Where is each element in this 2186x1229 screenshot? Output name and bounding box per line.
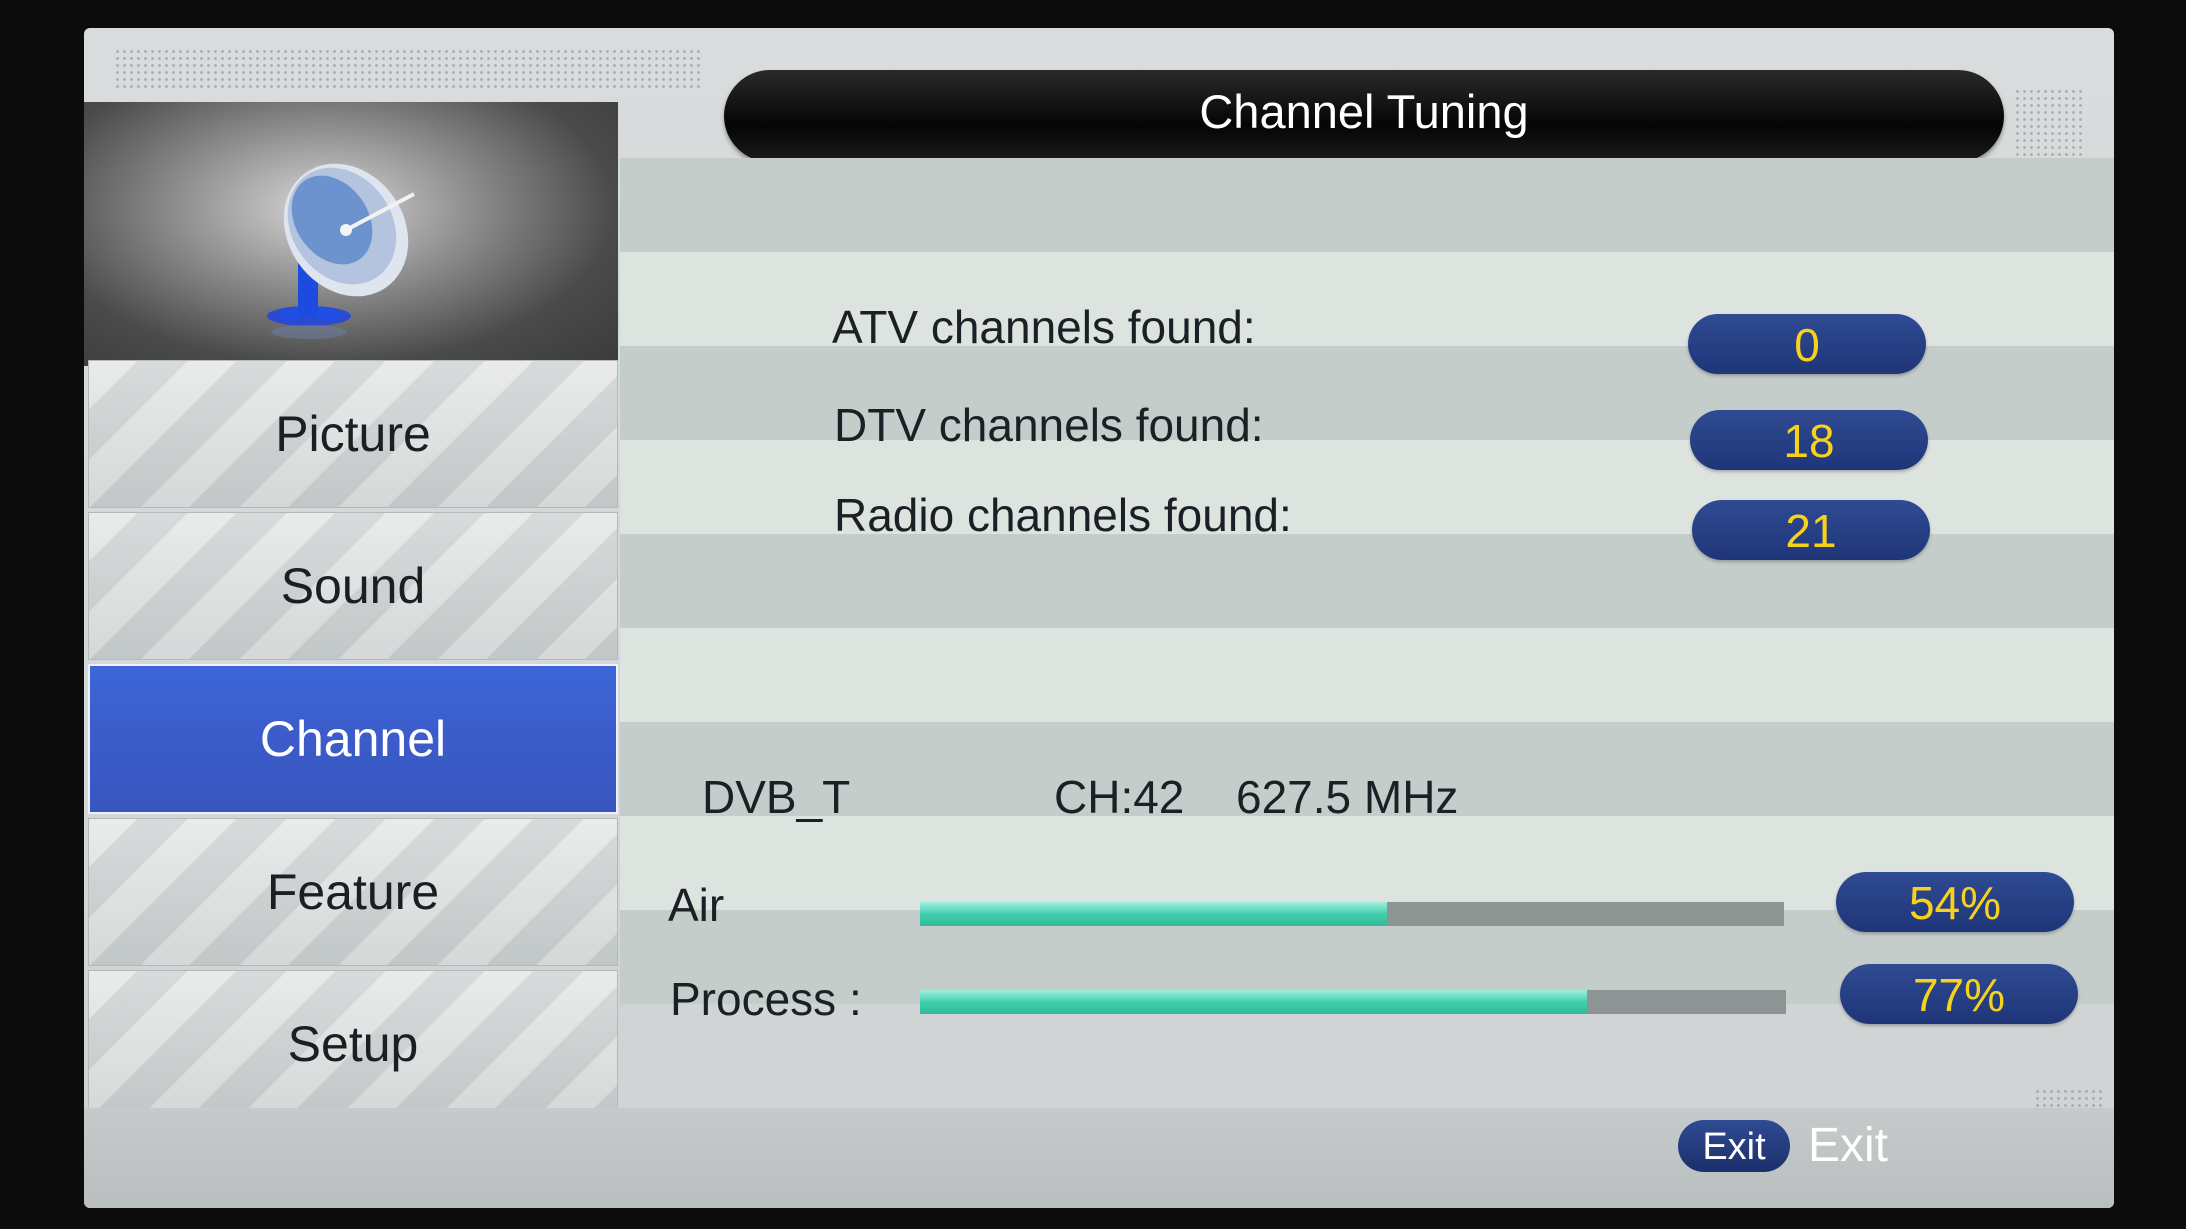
dtv-channels-label: DTV channels found: — [834, 399, 1264, 451]
sidebar-item-setup[interactable]: Setup — [88, 970, 618, 1118]
sidebar-item-label: Sound — [280, 558, 426, 614]
exit-key-button[interactable]: Exit — [1678, 1120, 1790, 1172]
process-label: Process : — [670, 973, 862, 1025]
sidebar-item-label: Feature — [266, 864, 440, 920]
air-percent: 54% — [1836, 872, 2074, 932]
channel-tuning-content: ATV channels found: 0 DTV channels found… — [620, 158, 2114, 1048]
category-icon-panel — [84, 102, 618, 366]
dtv-channels-value: 18 — [1690, 410, 1928, 470]
atv-channels-label: ATV channels found: — [832, 301, 1256, 353]
sidebar-item-sound[interactable]: Sound — [88, 512, 618, 660]
atv-channels-value: 0 — [1688, 314, 1926, 374]
dotted-texture-top — [114, 48, 704, 88]
sidebar-item-feature[interactable]: Feature — [88, 818, 618, 966]
air-progress-bar — [920, 902, 1784, 926]
air-label: Air — [668, 879, 725, 931]
page-title: Channel Tuning — [1199, 85, 1529, 138]
radio-channels-label: Radio channels found: — [834, 489, 1292, 541]
air-progress-fill — [920, 902, 1387, 926]
radio-channels-value: 21 — [1692, 500, 1930, 560]
sidebar-item-label: Setup — [287, 1016, 419, 1072]
process-percent: 77% — [1840, 964, 2078, 1024]
footer-bar: Exit Exit — [84, 1108, 2114, 1208]
satellite-dish-icon — [267, 163, 415, 339]
process-progress-bar — [920, 990, 1786, 1014]
exit-hint-label: Exit — [1808, 1119, 1889, 1172]
title-bar: Channel Tuning — [724, 70, 2004, 162]
tv-menu-screen: Channel Tuning Picture Sound Channel Fea… — [84, 28, 2114, 1208]
sidebar-item-label: Picture — [275, 406, 431, 462]
process-progress-fill — [920, 990, 1587, 1014]
sidebar-menu: Picture Sound Channel Feature Setup — [88, 360, 618, 1122]
broadcast-standard: DVB_T — [702, 771, 851, 823]
sidebar-item-channel[interactable]: Channel — [88, 664, 618, 814]
sidebar-item-picture[interactable]: Picture — [88, 360, 618, 508]
frequency-readout: 627.5 MHz — [1236, 771, 1459, 823]
sidebar-item-label: Channel — [259, 711, 447, 767]
channel-number: CH:42 — [1054, 771, 1185, 823]
